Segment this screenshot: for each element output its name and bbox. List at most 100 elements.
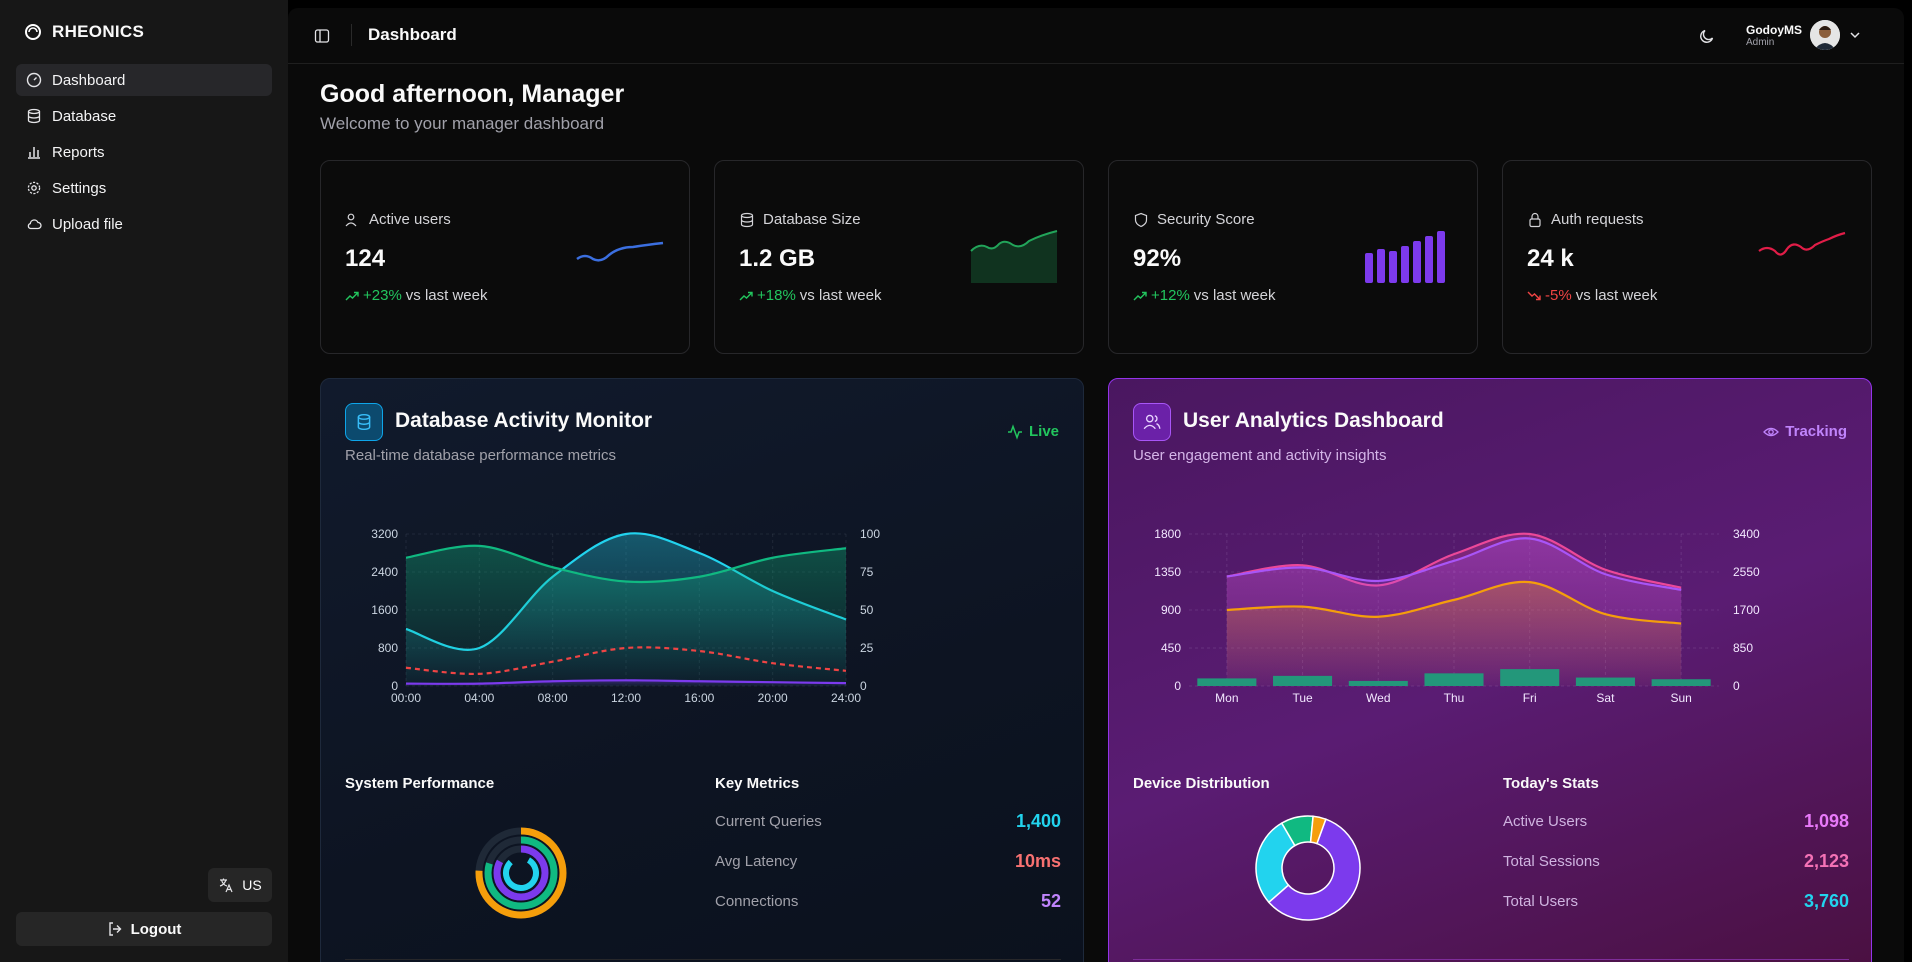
metric-row: Active Users 1,098 xyxy=(1503,809,1849,833)
x-tick: Mon xyxy=(1215,691,1238,705)
bar xyxy=(1651,679,1711,686)
sidebar-item-label: Settings xyxy=(52,179,107,197)
database-icon xyxy=(357,413,371,431)
y-tick-right: 850 xyxy=(1733,641,1753,655)
y-tick-left: 1800 xyxy=(1154,527,1181,541)
brand[interactable]: RHEONICS xyxy=(24,22,144,42)
live-badge: Live xyxy=(1007,423,1059,440)
logout-label: Logout xyxy=(130,920,182,938)
sidebar-item-label: Database xyxy=(52,107,117,125)
x-tick: Fri xyxy=(1523,691,1537,705)
sidebar-item-upload-file[interactable]: Upload file xyxy=(16,208,272,240)
stat-label: Active users xyxy=(345,211,451,228)
device-distribution-donut xyxy=(1255,815,1361,921)
x-tick: 04:00 xyxy=(464,691,494,705)
sidebar-item-dashboard[interactable]: Dashboard xyxy=(16,64,272,96)
shield-icon xyxy=(1134,212,1148,227)
bar xyxy=(1348,680,1408,686)
gauge-icon xyxy=(26,72,42,88)
trending-down-icon xyxy=(1527,291,1541,300)
panel-divider xyxy=(345,959,1061,960)
y-tick-right: 100 xyxy=(860,527,880,541)
stat-suffix: vs last week xyxy=(1575,287,1658,304)
stat-value: 1.2 GB xyxy=(739,245,816,272)
sidebar-item-label: Reports xyxy=(52,143,105,161)
metric-label: Total Users xyxy=(1503,892,1579,910)
database-activity-chart: 0800160024003200025507510000:00 04:00 08:0… xyxy=(371,527,880,705)
gear-icon xyxy=(27,181,41,195)
topbar-separator xyxy=(351,24,352,46)
device-distribution-title: Device Distribution xyxy=(1133,775,1270,792)
sidebar-toggle-icon[interactable] xyxy=(314,28,330,44)
stat-change: +23% xyxy=(363,287,402,304)
stat-change: -5% xyxy=(1545,287,1572,304)
bar xyxy=(1273,675,1333,686)
todays-stats-title: Today's Stats xyxy=(1503,775,1599,792)
eye-icon xyxy=(1763,427,1780,436)
activity-icon xyxy=(1007,423,1022,440)
sidebar: RHEONICS Dashboard Database Reports Sett… xyxy=(0,0,288,962)
database-activity-panel: Database Activity Monitor Real-time data… xyxy=(320,378,1084,962)
tracking-badge: Tracking xyxy=(1763,423,1847,440)
x-tick: 12:00 xyxy=(611,691,641,705)
panel-title: User Analytics Dashboard xyxy=(1183,409,1444,432)
metric-label: Current Queries xyxy=(715,812,822,830)
language-button[interactable]: US xyxy=(208,868,272,902)
trending-up-icon xyxy=(1133,291,1147,300)
stat-label: Auth requests xyxy=(1527,211,1644,228)
metric-row: Avg Latency 10ms xyxy=(715,849,1061,873)
stat-suffix: vs last week xyxy=(1193,287,1276,304)
sidebar-item-database[interactable]: Database xyxy=(16,100,272,132)
moon-icon[interactable] xyxy=(1698,27,1716,45)
metric-value: 1,098 xyxy=(1803,810,1849,831)
panel-subtitle: User engagement and activity insights xyxy=(1133,447,1387,464)
metric-label: Total Sessions xyxy=(1503,852,1600,870)
x-tick: 24:00 xyxy=(831,691,861,705)
stat-label-text: Security Score xyxy=(1157,211,1255,228)
stat-value: 124 xyxy=(345,245,386,272)
sparkline-active-users xyxy=(576,241,664,262)
user-analytics-panel: User Analytics Dashboard User engagement… xyxy=(1108,378,1872,962)
main-content: Dashboard GodoyMS Admin Good afternoon, … xyxy=(288,8,1904,962)
sidebar-item-settings[interactable]: Settings xyxy=(16,172,272,204)
sparkline-auth-requests xyxy=(1758,231,1846,256)
x-tick: Wed xyxy=(1366,691,1390,705)
avatar-image xyxy=(1810,20,1840,50)
panel-icon xyxy=(1133,403,1171,441)
user-menu[interactable]: GodoyMS Admin xyxy=(1746,20,1862,50)
avatar[interactable] xyxy=(1810,20,1840,50)
y-tick-right: 0 xyxy=(1733,679,1740,693)
y-tick-left: 900 xyxy=(1161,603,1181,617)
x-tick: 16:00 xyxy=(684,691,714,705)
stat-card-active-users: Active users 124 +23% vs last week xyxy=(320,160,690,354)
x-tick: Thu xyxy=(1444,691,1465,705)
metric-label: Active Users xyxy=(1503,812,1588,830)
greeting-subtitle: Welcome to your manager dashboard xyxy=(320,114,605,133)
x-tick: 00:00 xyxy=(391,691,421,705)
y-tick-left: 1350 xyxy=(1154,565,1181,579)
trending-up-icon xyxy=(345,291,359,300)
panel-divider xyxy=(1133,959,1849,960)
database-icon xyxy=(27,108,41,124)
panel-subtitle: Real-time database performance metrics xyxy=(345,447,616,464)
top-bar: Dashboard GodoyMS Admin xyxy=(288,8,1904,64)
y-tick-left: 0 xyxy=(1174,679,1181,693)
stat-label: Security Score xyxy=(1133,211,1255,228)
metric-row: Connections 52 xyxy=(715,889,1061,913)
stat-value: 92% xyxy=(1133,245,1182,272)
chevron-down-icon[interactable] xyxy=(1848,28,1862,42)
badge-label: Tracking xyxy=(1785,423,1847,440)
metric-value: 1,400 xyxy=(1015,810,1061,831)
user-analytics-chart: 0 450 900 1350 1800 0 850 1700 2550 3400 Mon Tue Wed… xyxy=(1154,527,1760,705)
x-tick: Sun xyxy=(1670,691,1691,705)
y-tick-right: 2550 xyxy=(1733,565,1760,579)
lock-icon xyxy=(1529,212,1541,227)
sidebar-item-reports[interactable]: Reports xyxy=(16,136,272,168)
badge-label: Live xyxy=(1028,423,1059,440)
language-label: US xyxy=(242,877,262,893)
stat-change: +18% xyxy=(757,287,796,304)
logout-button[interactable]: Logout xyxy=(16,912,272,946)
y-tick-right: 50 xyxy=(860,603,874,617)
stat-label-text: Active users xyxy=(369,211,451,228)
stat-label-text: Auth requests xyxy=(1551,211,1644,228)
